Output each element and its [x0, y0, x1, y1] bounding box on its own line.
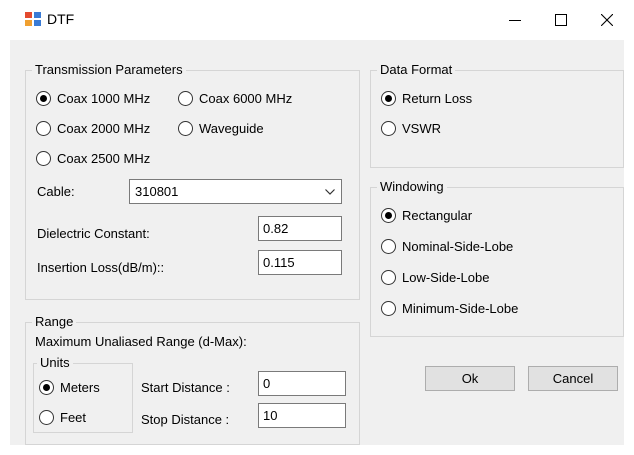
window-app-icon: [25, 12, 41, 26]
title-bar: DTF: [0, 0, 634, 40]
insertion-loss-input[interactable]: [258, 250, 342, 275]
maximize-icon: [555, 14, 567, 26]
start-distance-input[interactable]: [258, 371, 346, 396]
radio-coax-2000-label: Coax 2000 MHz: [57, 120, 151, 136]
radio-circle: [381, 120, 396, 136]
close-icon: [601, 14, 613, 26]
chevron-down-icon: [319, 180, 341, 203]
radio-circle: [39, 379, 54, 395]
data-format-legend: Data Format: [377, 62, 456, 78]
windowing-group: Windowing Rectangular Nominal-Side-Lobe …: [370, 179, 624, 337]
dialog-client-area: Transmission Parameters Coax 1000 MHz Co…: [10, 40, 624, 445]
radio-vswr[interactable]: VSWR: [381, 118, 441, 138]
radio-meters[interactable]: Meters: [39, 377, 100, 397]
radio-waveguide-label: Waveguide: [199, 120, 264, 136]
radio-coax-1000[interactable]: Coax 1000 MHz: [36, 88, 150, 108]
radio-circle: [36, 150, 51, 166]
dielectric-constant-label: Dielectric Constant:: [37, 226, 150, 241]
cable-label: Cable:: [37, 184, 75, 199]
windowing-legend: Windowing: [377, 179, 447, 195]
minimize-icon: [509, 20, 521, 21]
radio-circle: [381, 90, 396, 106]
radio-circle: [39, 409, 54, 425]
maximize-button[interactable]: [538, 0, 584, 40]
start-distance-label: Start Distance :: [141, 380, 230, 395]
radio-coax-2500-label: Coax 2500 MHz: [57, 150, 151, 166]
radio-selected-dot: [385, 94, 392, 102]
radio-rectangular-label: Rectangular: [402, 207, 473, 223]
radio-coax-2000[interactable]: Coax 2000 MHz: [36, 118, 150, 138]
radio-waveguide[interactable]: Waveguide: [178, 118, 264, 138]
radio-nominal-side-lobe-label: Nominal-Side-Lobe: [402, 238, 514, 254]
units-group: Units Meters Feet: [33, 355, 133, 433]
range-legend: Range: [32, 314, 77, 330]
radio-circle: [381, 207, 396, 223]
radio-feet-label: Feet: [60, 409, 87, 425]
radio-circle: [178, 90, 193, 106]
radio-coax-6000[interactable]: Coax 6000 MHz: [178, 88, 292, 108]
radio-selected-dot: [43, 383, 50, 391]
dtf-dialog: DTF Transmission Parameters Coax 1000 MH…: [0, 0, 634, 455]
radio-return-loss[interactable]: Return Loss: [381, 88, 472, 108]
radio-meters-label: Meters: [60, 379, 100, 395]
transmission-parameters-group: Transmission Parameters Coax 1000 MHz Co…: [25, 62, 360, 300]
radio-circle: [36, 90, 51, 106]
radio-circle: [381, 238, 396, 254]
cable-dropdown-value: 310801: [135, 184, 179, 199]
radio-coax-2500[interactable]: Coax 2500 MHz: [36, 148, 150, 168]
radio-minimum-side-lobe-label: Minimum-Side-Lobe: [402, 300, 519, 316]
cable-dropdown[interactable]: 310801: [129, 179, 342, 204]
dielectric-constant-input[interactable]: [258, 216, 342, 241]
cancel-button[interactable]: Cancel: [528, 366, 618, 391]
radio-low-side-lobe[interactable]: Low-Side-Lobe: [381, 267, 489, 287]
radio-low-side-lobe-label: Low-Side-Lobe: [402, 269, 490, 285]
radio-selected-dot: [385, 211, 392, 219]
radio-circle: [381, 269, 396, 285]
radio-nominal-side-lobe[interactable]: Nominal-Side-Lobe: [381, 236, 513, 256]
insertion-loss-label: Insertion Loss(dB/m)::: [37, 260, 165, 275]
data-format-group: Data Format Return Loss VSWR: [370, 62, 624, 168]
radio-return-loss-label: Return Loss: [402, 90, 473, 106]
radio-circle: [36, 120, 51, 136]
radio-vswr-label: VSWR: [402, 120, 441, 136]
radio-feet[interactable]: Feet: [39, 407, 86, 427]
radio-selected-dot: [40, 94, 47, 102]
window-title: DTF: [47, 11, 75, 27]
radio-coax-6000-label: Coax 6000 MHz: [199, 90, 293, 106]
range-group: Range Maximum Unaliased Range (d-Max): U…: [25, 314, 360, 445]
max-unaliased-range-label: Maximum Unaliased Range (d-Max):: [35, 334, 247, 349]
ok-button[interactable]: Ok: [425, 366, 515, 391]
transmission-parameters-legend: Transmission Parameters: [32, 62, 186, 78]
radio-rectangular[interactable]: Rectangular: [381, 205, 472, 225]
radio-minimum-side-lobe[interactable]: Minimum-Side-Lobe: [381, 298, 518, 318]
stop-distance-label: Stop Distance :: [141, 412, 230, 427]
minimize-button[interactable]: [492, 0, 538, 40]
close-button[interactable]: [584, 0, 630, 40]
radio-coax-1000-label: Coax 1000 MHz: [57, 90, 151, 106]
stop-distance-input[interactable]: [258, 403, 346, 428]
radio-circle: [178, 120, 193, 136]
units-legend: Units: [37, 355, 73, 371]
radio-circle: [381, 300, 396, 316]
